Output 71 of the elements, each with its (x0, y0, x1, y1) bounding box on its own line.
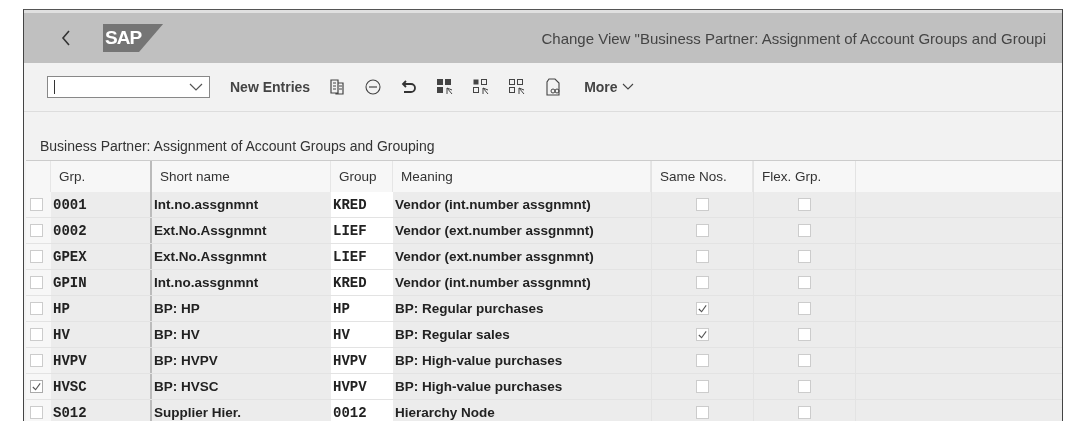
row-selector-checkbox[interactable] (30, 224, 43, 237)
checkbox[interactable] (696, 224, 709, 237)
checkbox[interactable] (696, 328, 709, 341)
row-selector-checkbox[interactable] (30, 354, 43, 367)
table-cell-text: Vendor (ext.number assgnmnt) (394, 248, 595, 266)
table-cell[interactable]: 0012 (331, 400, 393, 421)
table-cell-text: Hierarchy Node (394, 404, 496, 421)
checkbox[interactable] (696, 302, 709, 315)
more-button[interactable]: More (584, 79, 634, 95)
select-all-icon[interactable] (436, 78, 455, 96)
checkbox[interactable] (696, 250, 709, 263)
table-cell-text: BP: High-value purchases (394, 378, 564, 396)
window-title: Change View "Business Partner: Assignment of Account Groups and Groupi (541, 29, 1046, 47)
dropdown-icon[interactable] (189, 83, 203, 91)
checkbox[interactable] (696, 354, 709, 367)
table-cell-text: Vendor (int.number assgnmnt) (394, 274, 592, 292)
back-button[interactable] (59, 28, 73, 48)
checkbox[interactable] (798, 250, 811, 263)
row-selector-checkbox[interactable] (30, 328, 43, 341)
table-cell[interactable]: HVPV (331, 348, 393, 373)
checkbox[interactable] (798, 354, 811, 367)
section-title: Business Partner: Assignment of Account Groups and Grouping (40, 138, 435, 154)
table-cell-text: Vendor (ext.number assgnmnt) (394, 222, 595, 240)
table-cell-text: BP: HP (153, 300, 201, 318)
table-cell-text: BP: HV (153, 326, 201, 344)
table-cell: S012 (51, 400, 152, 421)
table-cell-text: Ext.No.Assgnmnt (153, 248, 268, 266)
row-selector-checkbox[interactable] (30, 406, 43, 419)
table-cell[interactable]: HVPV (331, 374, 393, 399)
checkbox[interactable] (798, 380, 811, 393)
command-field[interactable] (47, 76, 210, 98)
checkbox[interactable] (696, 276, 709, 289)
checkbox[interactable] (696, 406, 709, 419)
table-cell-text: Vendor (int.number assgnmnt) (394, 196, 592, 214)
new-entries-button[interactable]: New Entries (230, 79, 311, 95)
row-selector-checkbox[interactable] (30, 198, 43, 211)
logo: SAP (103, 24, 164, 52)
chevron-down-icon (621, 83, 634, 91)
table-cell-text: Ext.No.Assgnmnt (153, 222, 268, 240)
table-cell-text: BP: HVSC (153, 378, 220, 396)
checkbox[interactable] (798, 302, 811, 315)
document-glasses-icon[interactable] (544, 78, 563, 96)
table-cell[interactable]: LIEF (331, 218, 393, 243)
delete-icon[interactable] (364, 78, 383, 96)
row-selector-checkbox[interactable] (30, 250, 43, 263)
undo-icon[interactable] (400, 78, 419, 96)
checkbox[interactable] (798, 224, 811, 237)
table-cell-text: BP: HVPV (153, 352, 219, 370)
checkbox[interactable] (696, 380, 709, 393)
table-cell-text: Int.no.assgnmnt (153, 274, 260, 292)
table-cell-text: Int.no.assgnmnt (153, 196, 260, 214)
table-cell[interactable]: KRED (331, 192, 393, 217)
checkbox[interactable] (798, 328, 811, 341)
table-cell-text: Supplier Hier. (153, 404, 243, 421)
checkbox[interactable] (798, 198, 811, 211)
table-cell-text: BP: High-value purchases (394, 352, 564, 370)
row-selector-checkbox[interactable] (30, 302, 43, 315)
table-cell-text: BP: Regular sales (394, 326, 511, 344)
row-selector-checkbox[interactable] (30, 380, 43, 393)
checkbox[interactable] (696, 198, 709, 211)
table-cell-text: BP: Regular purchases (394, 300, 545, 318)
checkbox[interactable] (798, 406, 811, 419)
table-cell[interactable]: HV (331, 322, 393, 347)
row-selector-checkbox[interactable] (30, 276, 43, 289)
checkbox[interactable] (798, 276, 811, 289)
copy-icon[interactable] (328, 78, 347, 96)
table-cell[interactable]: HP (331, 296, 393, 321)
select-block-icon[interactable] (508, 78, 527, 96)
deselect-all-icon[interactable] (472, 78, 491, 96)
table-cell[interactable]: LIEF (331, 244, 393, 269)
table-cell[interactable]: KRED (331, 270, 393, 295)
